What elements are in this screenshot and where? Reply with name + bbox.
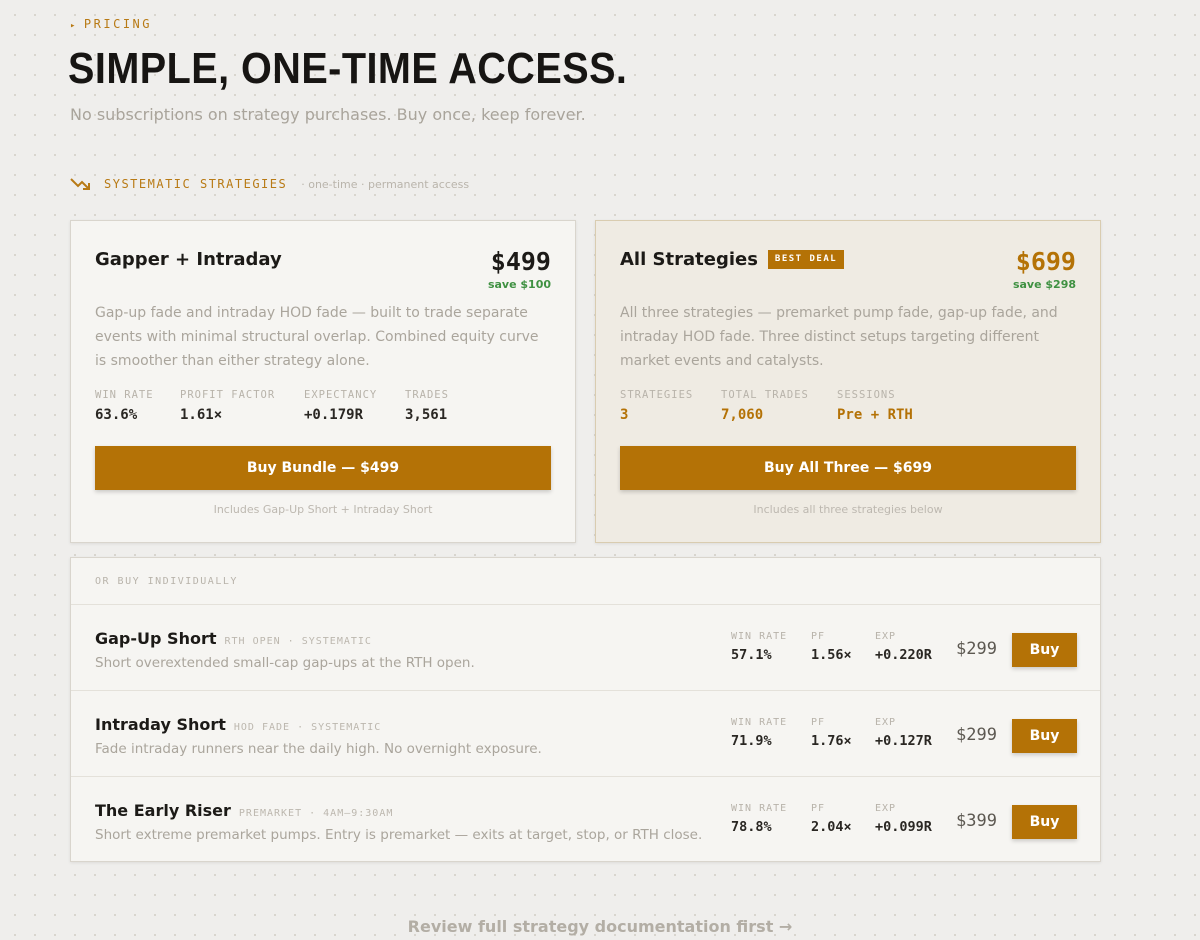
stat-profit-factor: PROFIT FACTOR 1.61× [180, 389, 276, 423]
stat-exp: EXP +0.220R [875, 631, 932, 663]
bundle-save: save $100 [487, 278, 551, 291]
all-strategies-footnote: Includes all three strategies below [753, 503, 943, 516]
trend-down-icon [70, 178, 90, 190]
strategy-stats: WIN RATE 57.1% PF 1.56× EXP +0.220R [731, 631, 932, 663]
category-note: · one-time · permanent access [301, 177, 470, 191]
bundle-stats: WIN RATE 63.6% PROFIT FACTOR 1.61× EXPEC… [95, 389, 449, 423]
stat-strategies: STRATEGIES 3 [620, 389, 694, 423]
stat-win-rate: WIN RATE 63.6% [95, 389, 154, 423]
stat-win-rate: WIN RATE 57.1% [731, 631, 788, 663]
bundle-price-amount: $499 [490, 247, 551, 276]
stat-win-rate: WIN RATE 71.9% [731, 717, 788, 749]
strategy-price: $299 [956, 725, 997, 745]
section-label: ▸ PRICING [70, 17, 152, 31]
stat-total-trades: TOTAL TRADES 7,060 [721, 389, 809, 423]
bundle-card: Gapper + Intraday $499 save $100 Gap-up … [70, 220, 576, 543]
page-subtitle: No subscriptions on strategy purchases. … [70, 105, 586, 124]
all-strategies-card: All Strategies BEST DEAL $699 save $298 … [595, 220, 1101, 543]
stat-exp: EXP +0.127R [875, 717, 932, 749]
bundle-title: Gapper + Intraday [95, 249, 282, 270]
strategy-tag: PREMARKET · 4AM–9:30AM [238, 808, 394, 819]
list-item: Gap-Up Short RTH OPEN · SYSTEMATIC Short… [71, 605, 1100, 691]
stat-pf: PF 2.04× [811, 803, 852, 835]
triangle-right-icon: ▸ [70, 21, 78, 31]
stat-exp: EXP +0.099R [875, 803, 932, 835]
best-deal-badge: BEST DEAL [767, 250, 845, 269]
review-documentation-link[interactable]: Review full strategy documentation first… [0, 917, 1200, 936]
strategy-description: Short extreme premarket pumps. Entry is … [95, 827, 703, 843]
all-strategies-save: save $298 [1012, 278, 1076, 291]
stat-trades: TRADES 3,561 [405, 389, 449, 423]
stat-pf: PF 1.76× [811, 717, 852, 749]
category-label: SYSTEMATIC STRATEGIES [104, 177, 288, 191]
list-item: The Early Riser PREMARKET · 4AM–9:30AM S… [71, 777, 1100, 863]
stat-sessions: SESSIONS Pre + RTH [837, 389, 913, 423]
individual-heading: OR BUY INDIVIDUALLY [71, 558, 1100, 605]
page-title: SIMPLE, ONE-TIME ACCESS. [68, 44, 628, 93]
stat-win-rate: WIN RATE 78.8% [731, 803, 788, 835]
buy-gap-up-short-button[interactable]: Buy [1012, 633, 1077, 667]
strategy-stats: WIN RATE 71.9% PF 1.76× EXP +0.127R [731, 717, 932, 749]
strategy-tag: HOD FADE · SYSTEMATIC [233, 722, 382, 733]
buy-intraday-short-button[interactable]: Buy [1012, 719, 1077, 753]
strategy-description: Short overextended small-cap gap-ups at … [95, 655, 475, 671]
strategy-name: The Early Riser PREMARKET · 4AM–9:30AM [95, 801, 394, 820]
all-strategies-stats: STRATEGIES 3 TOTAL TRADES 7,060 SESSIONS… [620, 389, 913, 423]
all-strategies-price-amount: $699 [1015, 247, 1076, 276]
strategy-price: $399 [956, 811, 997, 831]
strategy-stats: WIN RATE 78.8% PF 2.04× EXP +0.099R [731, 803, 932, 835]
category-header: SYSTEMATIC STRATEGIES · one-time · perma… [70, 176, 469, 192]
strategy-name: Gap-Up Short RTH OPEN · SYSTEMATIC [95, 629, 372, 648]
bundle-price: $499 save $100 [488, 247, 551, 291]
buy-early-riser-button[interactable]: Buy [1012, 805, 1077, 839]
strategy-price: $299 [956, 639, 997, 659]
bundle-footnote: Includes Gap-Up Short + Intraday Short [213, 503, 433, 516]
buy-all-three-button[interactable]: Buy All Three — $699 [620, 446, 1076, 490]
buy-bundle-button[interactable]: Buy Bundle — $499 [95, 446, 551, 490]
all-strategies-description: All three strategies — premarket pump fa… [620, 305, 1058, 369]
all-strategies-price: $699 save $298 [1013, 247, 1076, 291]
bundle-description: Gap-up fade and intraday HOD fade — buil… [95, 305, 539, 369]
all-strategies-title: All Strategies BEST DEAL [620, 249, 845, 270]
stat-expectancy: EXPECTANCY +0.179R [304, 389, 378, 423]
individual-strategies-list: OR BUY INDIVIDUALLY Gap-Up Short RTH OPE… [70, 557, 1101, 862]
strategy-description: Fade intraday runners near the daily hig… [95, 741, 542, 757]
stat-pf: PF 1.56× [811, 631, 852, 663]
strategy-tag: RTH OPEN · SYSTEMATIC [224, 636, 372, 647]
strategy-name: Intraday Short HOD FADE · SYSTEMATIC [95, 715, 382, 734]
list-item: Intraday Short HOD FADE · SYSTEMATIC Fad… [71, 691, 1100, 777]
